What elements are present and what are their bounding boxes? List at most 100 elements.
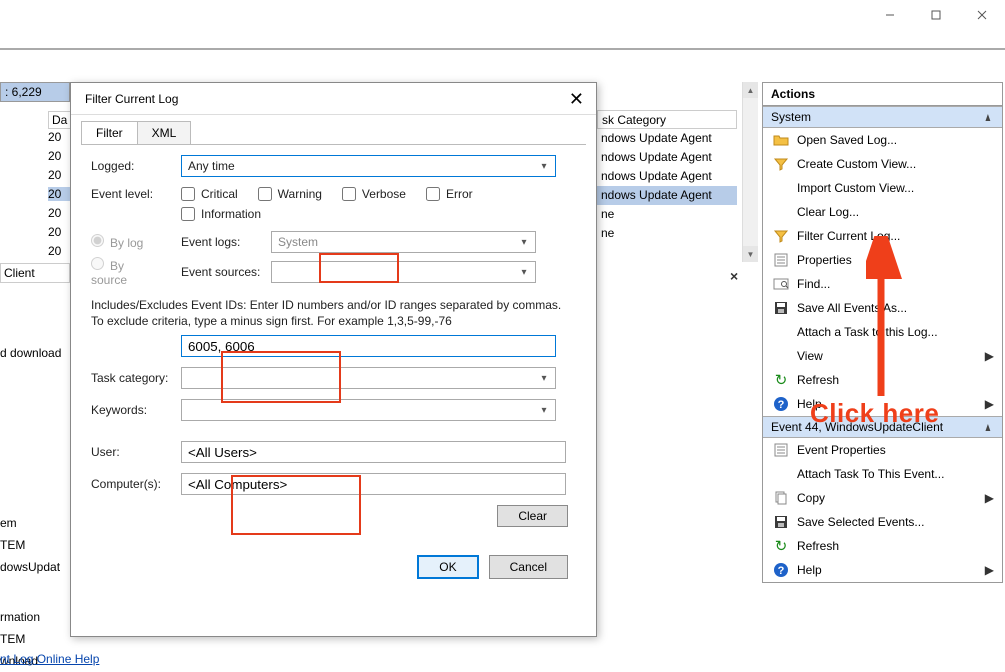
keywords-dropdown[interactable]: ▾: [181, 399, 556, 421]
action-item-label: Find...: [797, 277, 830, 291]
save-icon: [773, 514, 789, 530]
copy-icon: [773, 490, 789, 506]
action-item[interactable]: Find...: [763, 272, 1002, 296]
action-item[interactable]: Attach a Task to this Log...: [763, 320, 1002, 344]
partial-text: TEM: [0, 628, 70, 650]
action-item[interactable]: View▶: [763, 344, 1002, 368]
cell: ne: [597, 224, 737, 243]
scrollbar[interactable]: ▲ ▼: [742, 82, 758, 262]
row-partial: 20: [48, 244, 61, 258]
action-item-label: Refresh: [797, 373, 839, 387]
window-controls: [867, 0, 1005, 30]
event-ids-input[interactable]: [181, 335, 556, 357]
action-item[interactable]: Properties: [763, 248, 1002, 272]
partial-text: dowsUpdat: [0, 556, 70, 578]
action-item[interactable]: Attach Task To This Event...: [763, 462, 1002, 486]
scroll-up-button[interactable]: ▲: [743, 82, 758, 98]
maximize-button[interactable]: [913, 0, 959, 30]
action-item-label: Attach Task To This Event...: [797, 467, 944, 481]
chevron-down-icon: ▾: [535, 158, 553, 174]
chevron-down-icon: ▾: [515, 264, 533, 280]
section-system-items: Open Saved Log... Create Custom View...Im…: [763, 128, 1002, 416]
action-item-label: Save Selected Events...: [797, 515, 924, 529]
minimize-button[interactable]: [867, 0, 913, 30]
chevron-right-icon: ▶: [985, 349, 994, 363]
dialog-titlebar: Filter Current Log ✕: [71, 83, 596, 115]
keywords-label: Keywords:: [91, 403, 181, 417]
ok-button[interactable]: OK: [417, 555, 478, 579]
clear-button[interactable]: Clear: [497, 505, 568, 527]
pane-close-icon[interactable]: ×: [730, 268, 738, 284]
computers-label: Computer(s):: [91, 477, 181, 491]
event-sources-dropdown[interactable]: ▾: [271, 261, 536, 283]
cancel-button[interactable]: Cancel: [489, 555, 568, 579]
tab-filter[interactable]: Filter: [81, 121, 138, 144]
event-level-label: Event level:: [91, 187, 181, 201]
blank-icon: [773, 466, 789, 482]
action-item[interactable]: Filter Current Log...: [763, 224, 1002, 248]
actions-panel: Actions System ▲ Open Saved Log...Create…: [762, 82, 1003, 583]
user-label: User:: [91, 445, 181, 459]
chevron-down-icon: ▾: [535, 370, 553, 386]
collapse-icon: ▲: [984, 420, 992, 434]
row-partial: 20: [48, 225, 61, 239]
partial-text: TEM: [0, 534, 70, 556]
action-item[interactable]: ↻ Refresh: [763, 368, 1002, 392]
action-item[interactable]: Save All Events As...: [763, 296, 1002, 320]
action-item-label: Event Properties: [797, 443, 886, 457]
logged-value: Any time: [188, 159, 235, 173]
task-category-dropdown[interactable]: ▾: [181, 367, 556, 389]
chevron-right-icon: ▶: [985, 491, 994, 505]
logged-dropdown[interactable]: Any time ▾: [181, 155, 556, 177]
collapse-icon: ▲: [984, 110, 992, 124]
logged-label: Logged:: [91, 159, 181, 173]
blank-icon: [773, 348, 789, 364]
action-item-label: Properties: [797, 253, 852, 267]
critical-checkbox[interactable]: Critical: [181, 187, 238, 201]
partial-text-group: em TEM dowsUpdat rmation TEM wnload: [0, 512, 70, 672]
action-item-label: Refresh: [797, 539, 839, 553]
action-item[interactable]: Create Custom View...: [763, 152, 1002, 176]
action-item-label: Open Saved Log...: [797, 133, 897, 147]
warning-label: Warning: [278, 187, 322, 201]
row-partial: 20: [48, 149, 61, 163]
find-icon: [773, 276, 789, 292]
action-item[interactable]: Event Properties: [763, 438, 1002, 462]
task-category-column: sk Category ndows Update Agent ndows Upd…: [597, 110, 737, 243]
action-item[interactable]: Clear Log...: [763, 200, 1002, 224]
warning-checkbox[interactable]: Warning: [258, 187, 322, 201]
action-item[interactable]: ↻Refresh: [763, 534, 1002, 558]
dialog-close-button[interactable]: ✕: [563, 90, 590, 108]
by-log-label: By log: [110, 236, 143, 250]
section-system[interactable]: System ▲: [763, 106, 1002, 128]
online-help-link[interactable]: nt Log Online Help: [0, 652, 99, 666]
row-partial: 20: [48, 206, 61, 220]
cell: ndows Update Agent: [597, 148, 737, 167]
filter-dialog: Filter Current Log ✕ Filter XML Logged: …: [70, 82, 597, 637]
event-level-group: Critical Warning Verbose Error Informati…: [181, 187, 561, 221]
help-icon: ?: [773, 396, 789, 412]
action-item[interactable]: Save Selected Events...: [763, 510, 1002, 534]
refresh-icon: ↻: [773, 372, 789, 388]
tab-xml[interactable]: XML: [137, 121, 192, 144]
partial-text: d download: [0, 343, 70, 363]
computers-input[interactable]: [181, 473, 566, 495]
error-checkbox[interactable]: Error: [426, 187, 473, 201]
action-item[interactable]: Copy▶: [763, 486, 1002, 510]
save-icon: [773, 300, 789, 316]
user-input[interactable]: [181, 441, 566, 463]
separator: [0, 48, 1005, 50]
close-window-button[interactable]: [959, 0, 1005, 30]
dialog-tabs: Filter XML: [81, 121, 586, 145]
verbose-checkbox[interactable]: Verbose: [342, 187, 406, 201]
action-item[interactable]: Import Custom View...: [763, 176, 1002, 200]
scroll-down-button[interactable]: ▼: [743, 246, 758, 262]
information-checkbox[interactable]: Information: [181, 207, 261, 221]
event-logs-dropdown[interactable]: System ▾: [271, 231, 536, 253]
action-item[interactable]: ?Help▶: [763, 558, 1002, 582]
by-log-radio: By log: [91, 236, 143, 250]
action-item[interactable]: Open Saved Log...: [763, 128, 1002, 152]
open-icon: [773, 132, 789, 148]
chevron-right-icon: ▶: [985, 563, 994, 577]
dialog-form: Logged: Any time ▾ Event level: Critical…: [71, 145, 596, 589]
